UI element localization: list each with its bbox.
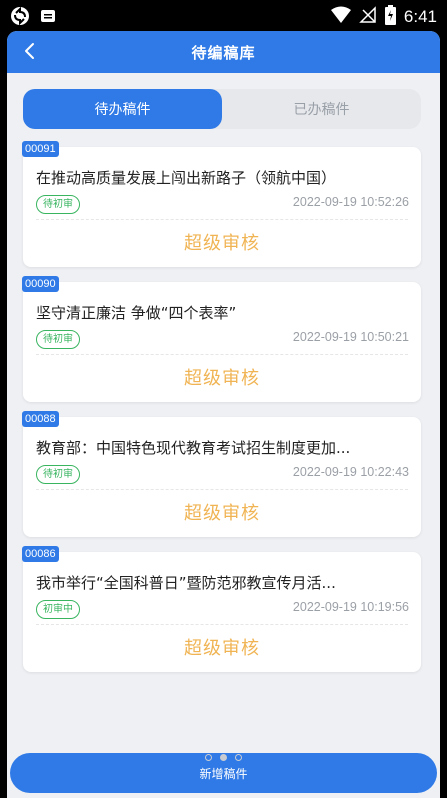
manuscript-title: 在推动高质量发展上闯出新路子（领航中国） [36,169,337,187]
manuscript-title: 我市举行“全国科普日”暨防范邪教宣传月活... [36,574,336,592]
status-badge: 待初审 [36,330,80,349]
manuscript-card[interactable]: 00091 在推动高质量发展上闯出新路子（领航中国） 待初审 2022-09-1… [22,141,421,267]
wifi-icon [330,6,351,28]
manuscript-card[interactable]: 00090 坚守清正廉洁 争做“四个表率” 待初审 2022-09-19 10:… [22,276,421,402]
navbar: 待编稿库 [7,31,440,73]
manuscript-id-badge: 00091 [22,141,59,157]
tab-bar: 待办稿件 已办稿件 [23,89,421,129]
pager-dots [7,754,440,761]
manuscript-id-badge: 00090 [22,276,59,292]
manuscript-time: 2022-09-19 10:50:21 [292,330,409,344]
app-screen: 待编稿库 待办稿件 已办稿件 00091 在推动高质量发展上闯出新路子（领航中国… [7,31,440,798]
status-bar: 6:41 [0,0,447,31]
pager-dot [235,754,242,761]
manuscript-title: 坚守清正廉洁 争做“四个表率” [36,304,237,322]
page-title: 待编稿库 [191,43,256,62]
divider [36,354,408,355]
status-badge: 初审中 [36,600,80,619]
status-badge: 待初审 [36,465,80,484]
divider [36,489,408,490]
tab-pending[interactable]: 待办稿件 [23,89,222,129]
tab-done[interactable]: 已办稿件 [222,89,421,129]
pager-dot [205,754,212,761]
chevron-left-icon[interactable] [17,39,43,65]
manuscript-card[interactable]: 00086 我市举行“全国科普日”暨防范邪教宣传月活... 初审中 2022-0… [22,546,421,672]
message-icon [40,8,56,28]
manuscript-id-badge: 00088 [22,411,59,427]
status-badge: 待初审 [36,195,80,214]
manuscript-time: 2022-09-19 10:22:43 [292,465,409,479]
manuscript-id-badge: 00086 [22,546,59,562]
super-review-button[interactable]: 超级审核 [23,364,421,392]
sync-icon [10,6,30,30]
manuscript-time: 2022-09-19 10:52:26 [292,195,409,209]
no-signal-icon [359,6,377,28]
manuscript-time: 2022-09-19 10:19:56 [292,600,409,614]
super-review-button[interactable]: 超级审核 [23,499,421,527]
divider [36,624,408,625]
super-review-button[interactable]: 超级审核 [23,634,421,662]
manuscript-card[interactable]: 00088 教育部：中国特色现代教育考试招生制度更加... 待初审 2022-0… [22,411,421,537]
super-review-button[interactable]: 超级审核 [23,229,421,257]
divider [36,219,408,220]
manuscript-title: 教育部：中国特色现代教育考试招生制度更加... [36,439,351,457]
battery-icon [384,5,396,29]
pager-dot [220,754,227,761]
status-time: 6:41 [403,7,437,26]
